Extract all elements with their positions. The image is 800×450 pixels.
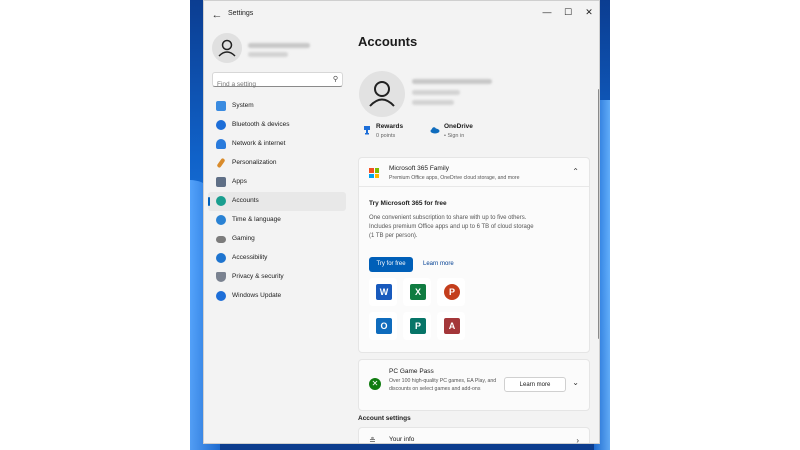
- learn-more-link[interactable]: Learn more: [423, 257, 454, 272]
- access-icon: A: [437, 312, 465, 340]
- minimize-button[interactable]: —: [538, 5, 556, 19]
- bluetooth-icon: [216, 120, 226, 130]
- blurred-user-email: [248, 52, 288, 57]
- globe-clock-icon: [216, 215, 226, 225]
- wifi-icon: [216, 139, 226, 149]
- shield-icon: [216, 272, 226, 282]
- person-icon: [218, 39, 236, 57]
- word-icon: W: [369, 278, 397, 306]
- settings-window: ← Settings — ☐ ✕ ⚲ System Bluetooth & de…: [203, 0, 600, 444]
- search-icon[interactable]: ⚲: [333, 75, 338, 83]
- chevron-up-icon[interactable]: ⌃: [572, 167, 579, 176]
- active-indicator: [208, 197, 210, 206]
- pc-game-pass-card[interactable]: ✕ PC Game Pass Over 100 high-quality PC …: [358, 359, 590, 411]
- try-body: One convenient subscription to share wit…: [369, 215, 534, 239]
- sidebar-item-bluetooth[interactable]: Bluetooth & devices: [208, 116, 346, 135]
- try-title: Try Microsoft 365 for free: [369, 200, 447, 207]
- chevron-down-icon[interactable]: ⌄: [572, 378, 579, 387]
- sidebar-item-apps[interactable]: Apps: [208, 173, 346, 192]
- sidebar-item-system[interactable]: System: [208, 97, 346, 116]
- page-title: Accounts: [358, 34, 418, 49]
- account-avatar[interactable]: [359, 71, 405, 117]
- game-pass-learn-more-button[interactable]: Learn more: [504, 377, 566, 392]
- blurred-account-type: [412, 90, 460, 95]
- user-card[interactable]: [212, 33, 352, 65]
- app-title: Settings: [228, 10, 254, 17]
- sidebar-item-windows-update[interactable]: Windows Update: [208, 287, 346, 306]
- xbox-icon: ✕: [369, 378, 381, 390]
- blurred-account-email: [412, 100, 454, 105]
- your-info-row[interactable]: ≗ Your info ›: [358, 427, 590, 444]
- sidebar-item-privacy[interactable]: Privacy & security: [208, 268, 346, 287]
- sidebar: ⚲ System Bluetooth & devices Network & i…: [204, 29, 354, 443]
- blurred-account-name: [412, 79, 492, 84]
- sidebar-item-accounts[interactable]: Accounts: [208, 192, 346, 211]
- sidebar-item-personalization[interactable]: Personalization: [208, 154, 346, 173]
- microsoft-365-card: Microsoft 365 Family Premium Office apps…: [358, 157, 590, 353]
- arrow-left-icon[interactable]: ←: [210, 8, 224, 22]
- title-bar: ← Settings — ☐ ✕: [204, 1, 599, 29]
- contact-card-icon: ≗: [369, 436, 376, 444]
- sidebar-item-accessibility[interactable]: Accessibility: [208, 249, 346, 268]
- try-for-free-button[interactable]: Try for free: [369, 257, 413, 272]
- search-input[interactable]: [213, 78, 327, 91]
- person-icon: [216, 196, 226, 206]
- powerpoint-icon: P: [437, 278, 465, 306]
- trophy-icon: [364, 126, 370, 135]
- sidebar-nav: System Bluetooth & devices Network & int…: [208, 97, 346, 306]
- microsoft-365-header[interactable]: Microsoft 365 Family Premium Office apps…: [359, 158, 589, 187]
- cloud-icon: [430, 127, 440, 134]
- apps-icon: [216, 177, 226, 187]
- search-box[interactable]: ⚲: [212, 72, 343, 91]
- chevron-right-icon: ›: [576, 436, 579, 444]
- microsoft-logo-icon: [369, 168, 379, 178]
- sidebar-item-gaming[interactable]: Gaming: [208, 230, 346, 249]
- sidebar-item-time-language[interactable]: Time & language: [208, 211, 346, 230]
- publisher-icon: P: [403, 312, 431, 340]
- outlook-icon: O: [369, 312, 397, 340]
- excel-icon: X: [403, 278, 431, 306]
- maximize-button[interactable]: ☐: [559, 5, 577, 19]
- avatar: [212, 33, 242, 63]
- gamepad-icon: [216, 236, 226, 243]
- sidebar-item-network[interactable]: Network & internet: [208, 135, 346, 154]
- account-settings-heading: Account settings: [358, 415, 411, 422]
- blurred-user-name: [248, 43, 310, 48]
- accessibility-icon: [216, 253, 226, 263]
- close-button[interactable]: ✕: [580, 5, 598, 19]
- brush-icon: [216, 157, 226, 169]
- person-icon: [369, 81, 395, 107]
- monitor-icon: [216, 101, 226, 111]
- main-content: Accounts Rewards 0 points OneDrive • Sig…: [354, 29, 599, 444]
- scrollbar[interactable]: [598, 89, 599, 339]
- update-icon: [216, 291, 226, 301]
